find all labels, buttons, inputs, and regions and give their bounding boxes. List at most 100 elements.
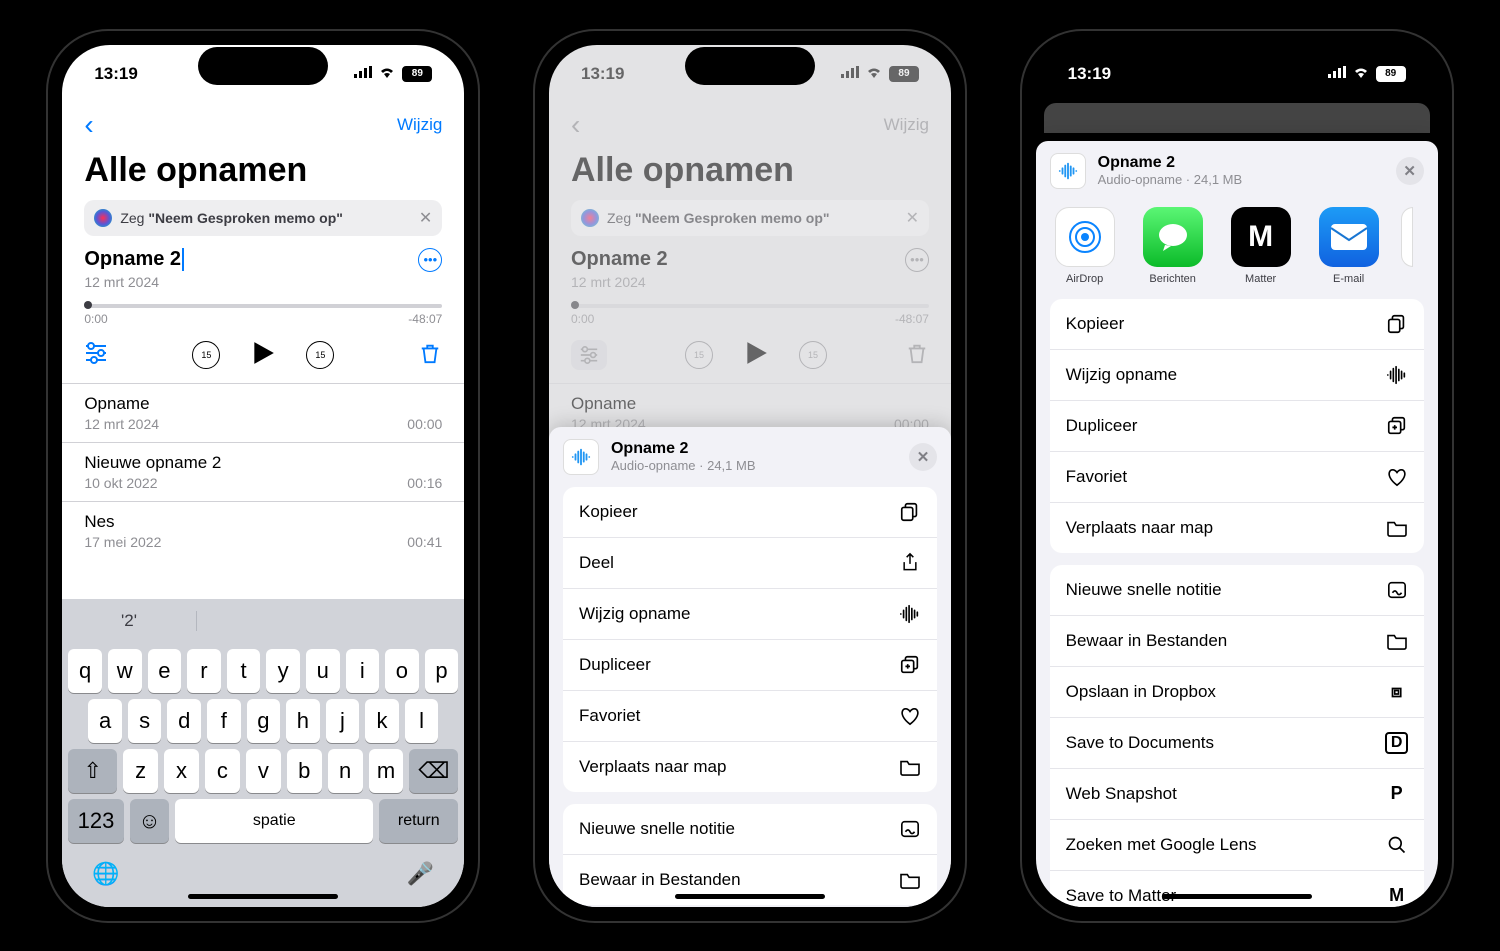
- key-a[interactable]: a: [88, 699, 122, 743]
- key-space[interactable]: spatie: [175, 799, 373, 843]
- action-nieuwe-snelle-notitie[interactable]: Nieuwe snelle notitie: [563, 804, 937, 855]
- key-h[interactable]: h: [286, 699, 320, 743]
- skip-forward-button[interactable]: 15: [306, 341, 334, 369]
- action-verplaats-naar-map[interactable]: Verplaats naar map: [563, 742, 937, 792]
- back-button[interactable]: ‹: [84, 109, 93, 141]
- key-t[interactable]: t: [227, 649, 261, 693]
- app-matter[interactable]: M Matter: [1226, 207, 1296, 285]
- action-wijzig-opname[interactable]: Wijzig opname: [1050, 350, 1424, 401]
- key-p[interactable]: p: [425, 649, 459, 693]
- duplicate-icon: [899, 654, 921, 676]
- key-return[interactable]: return: [379, 799, 458, 843]
- key-f[interactable]: f: [207, 699, 241, 743]
- key-j[interactable]: j: [326, 699, 360, 743]
- trash-icon[interactable]: [418, 342, 442, 369]
- key-m[interactable]: m: [369, 749, 404, 793]
- home-indicator[interactable]: [1162, 894, 1312, 899]
- play-button[interactable]: [250, 340, 276, 371]
- key-numbers[interactable]: 123: [68, 799, 123, 843]
- key-r[interactable]: r: [187, 649, 221, 693]
- mic-icon[interactable]: 🎤: [407, 861, 434, 887]
- back-button: ‹: [571, 109, 580, 141]
- waveform-icon: [563, 439, 599, 475]
- key-s[interactable]: s: [128, 699, 162, 743]
- duplicate-icon: [1386, 415, 1408, 437]
- action-opslaan-in-dropbox[interactable]: Opslaan in Dropbox⧈: [1050, 667, 1424, 718]
- list-item[interactable]: Nes 17 mei 202200:41: [62, 501, 464, 560]
- action-favoriet[interactable]: Favoriet: [563, 691, 937, 742]
- action-favoriet[interactable]: Favoriet: [1050, 452, 1424, 503]
- share-apps-row[interactable]: AirDrop Berichten M Matter E-mail: [1036, 201, 1438, 299]
- time-remaining: -48:07: [408, 312, 442, 326]
- key-i[interactable]: i: [346, 649, 380, 693]
- waveform-icon: [1050, 153, 1086, 189]
- close-icon[interactable]: ✕: [419, 208, 432, 228]
- action-deel[interactable]: Deel: [563, 538, 937, 589]
- folder-icon: [899, 869, 921, 891]
- action-kopieer[interactable]: Kopieer: [1050, 299, 1424, 350]
- wifi-icon: [865, 64, 883, 84]
- kb-suggestion[interactable]: '2': [62, 611, 196, 631]
- home-indicator[interactable]: [188, 894, 338, 899]
- share-icon: [899, 552, 921, 574]
- action-save-to-documents[interactable]: Save to DocumentsD: [1050, 718, 1424, 769]
- key-e[interactable]: e: [148, 649, 182, 693]
- page-title: Alle opnamen: [62, 147, 464, 200]
- copy-icon: [899, 501, 921, 523]
- skip-back-button[interactable]: 15: [192, 341, 220, 369]
- action-bewaar-in-bestanden[interactable]: Bewaar in Bestanden: [1050, 616, 1424, 667]
- wifi-icon: [378, 64, 396, 84]
- action-dupliceer[interactable]: Dupliceer: [1050, 401, 1424, 452]
- action-verplaats-naar-map[interactable]: Verplaats naar map: [1050, 503, 1424, 553]
- action-wijzig-opname[interactable]: Wijzig opname: [563, 589, 937, 640]
- app-airdrop[interactable]: AirDrop: [1050, 207, 1120, 285]
- key-d[interactable]: d: [167, 699, 201, 743]
- quicknote-icon: [1386, 579, 1408, 601]
- key-z[interactable]: z: [123, 749, 158, 793]
- key-n[interactable]: n: [328, 749, 363, 793]
- keyboard[interactable]: '2' qwertyuiop asdfghjkl ⇧zxcvbnm⌫ 123 ☺…: [62, 599, 464, 907]
- list-item[interactable]: Opname 12 mrt 202400:00: [62, 383, 464, 442]
- action-nieuwe-snelle-notitie[interactable]: Nieuwe snelle notitie: [1050, 565, 1424, 616]
- scrubber[interactable]: [84, 304, 442, 308]
- key-w[interactable]: w: [108, 649, 142, 693]
- close-button[interactable]: ✕: [909, 443, 937, 471]
- key-shift[interactable]: ⇧: [68, 749, 117, 793]
- key-g[interactable]: g: [247, 699, 281, 743]
- action-save-to-matter[interactable]: Save to MatterM: [1050, 871, 1424, 907]
- key-q[interactable]: q: [68, 649, 102, 693]
- key-emoji[interactable]: ☺: [130, 799, 170, 843]
- action-zoeken-met-google-lens[interactable]: Zoeken met Google Lens: [1050, 820, 1424, 871]
- key-o[interactable]: o: [385, 649, 419, 693]
- key-b[interactable]: b: [287, 749, 322, 793]
- more-button[interactable]: •••: [418, 248, 442, 272]
- recordings-list: Opname 12 mrt 202400:00 Nieuwe opname 2 …: [62, 383, 464, 599]
- globe-icon[interactable]: 🌐: [92, 861, 119, 887]
- trash-icon: [905, 342, 929, 369]
- recording-title-input[interactable]: Opname 2: [84, 248, 184, 271]
- action-web-snapshot[interactable]: Web SnapshotP: [1050, 769, 1424, 820]
- key-k[interactable]: k: [365, 699, 399, 743]
- home-indicator[interactable]: [675, 894, 825, 899]
- key-backspace[interactable]: ⌫: [409, 749, 458, 793]
- play-button: [743, 340, 769, 371]
- siri-suggestion[interactable]: Zeg "Neem Gesproken memo op" ✕: [84, 200, 442, 236]
- options-icon[interactable]: [84, 342, 108, 369]
- app-messages[interactable]: Berichten: [1138, 207, 1208, 285]
- key-c[interactable]: c: [205, 749, 240, 793]
- share-sheet: Opname 2 Audio-opname · 24,1 MB ✕ AirDro…: [1036, 141, 1438, 907]
- key-y[interactable]: y: [266, 649, 300, 693]
- key-l[interactable]: l: [405, 699, 439, 743]
- close-button[interactable]: ✕: [1396, 157, 1424, 185]
- app-mail[interactable]: E-mail: [1314, 207, 1384, 285]
- action-kopieer[interactable]: Kopieer: [563, 487, 937, 538]
- key-v[interactable]: v: [246, 749, 281, 793]
- key-x[interactable]: x: [164, 749, 199, 793]
- wifi-icon: [1352, 64, 1370, 84]
- action-dupliceer[interactable]: Dupliceer: [563, 640, 937, 691]
- recording-date: 12 mrt 2024: [84, 274, 442, 290]
- cellular-icon: [1328, 64, 1346, 84]
- key-u[interactable]: u: [306, 649, 340, 693]
- edit-button[interactable]: Wijzig: [397, 115, 442, 135]
- list-item[interactable]: Nieuwe opname 2 10 okt 202200:16: [62, 442, 464, 501]
